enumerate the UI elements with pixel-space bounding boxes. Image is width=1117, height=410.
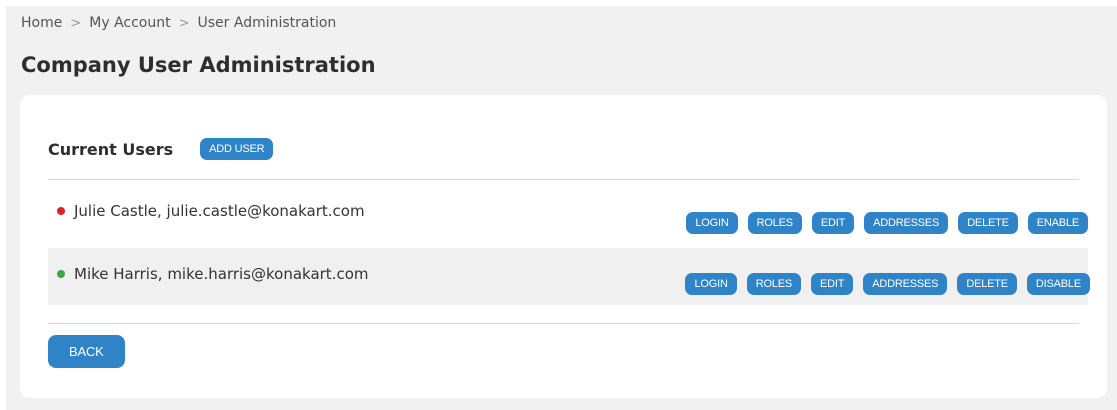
login-button[interactable]: LOGIN xyxy=(686,212,738,234)
delete-button[interactable]: DELETE xyxy=(957,273,1017,295)
breadcrumb-home[interactable]: Home xyxy=(21,15,62,31)
page-title: Company User Administration xyxy=(21,53,376,77)
user-name-email: Mike Harris, mike.harris@konakart.com xyxy=(74,265,369,283)
user-name-email: Julie Castle, julie.castle@konakart.com xyxy=(74,202,365,220)
edit-button[interactable]: EDIT xyxy=(811,273,854,295)
edit-button[interactable]: EDIT xyxy=(811,212,855,234)
breadcrumb-separator: > xyxy=(70,16,82,31)
breadcrumb-current: User Administration xyxy=(197,15,337,31)
user-actions: LOGIN ROLES EDIT ADDRESSES DELETE DISABL… xyxy=(685,273,1090,295)
section-title: Current Users xyxy=(48,139,174,159)
user-actions: LOGIN ROLES EDIT ADDRESSES DELETE ENABLE xyxy=(686,212,1088,234)
addresses-button[interactable]: ADDRESSES xyxy=(864,212,949,234)
breadcrumb-separator: > xyxy=(178,16,190,31)
status-dot-icon xyxy=(57,207,65,215)
section-header: Current Users ADD USER xyxy=(48,138,274,160)
enable-button[interactable]: ENABLE xyxy=(1027,212,1088,234)
roles-button[interactable]: ROLES xyxy=(746,273,801,295)
back-button[interactable]: BACK xyxy=(48,335,125,368)
user-info: Julie Castle, julie.castle@konakart.com xyxy=(57,202,365,220)
user-row: Mike Harris, mike.harris@konakart.com LO… xyxy=(48,248,1090,305)
disable-button[interactable]: DISABLE xyxy=(1026,273,1090,295)
user-info: Mike Harris, mike.harris@konakart.com xyxy=(57,265,369,283)
breadcrumb: Home > My Account > User Administration xyxy=(21,15,336,31)
roles-button[interactable]: ROLES xyxy=(747,212,802,234)
addresses-button[interactable]: ADDRESSES xyxy=(863,273,948,295)
breadcrumb-my-account[interactable]: My Account xyxy=(89,15,170,31)
login-button[interactable]: LOGIN xyxy=(685,273,737,295)
add-user-button[interactable]: ADD USER xyxy=(200,138,274,160)
user-row: Julie Castle, julie.castle@konakart.com … xyxy=(48,181,1088,238)
page-background: Home > My Account > User Administration Comp… xyxy=(6,6,1117,410)
users-card: Current Users ADD USER Julie Castle, jul… xyxy=(20,95,1107,398)
status-dot-icon xyxy=(57,270,65,278)
divider xyxy=(48,179,1079,180)
divider xyxy=(48,323,1079,324)
delete-button[interactable]: DELETE xyxy=(958,212,1018,234)
